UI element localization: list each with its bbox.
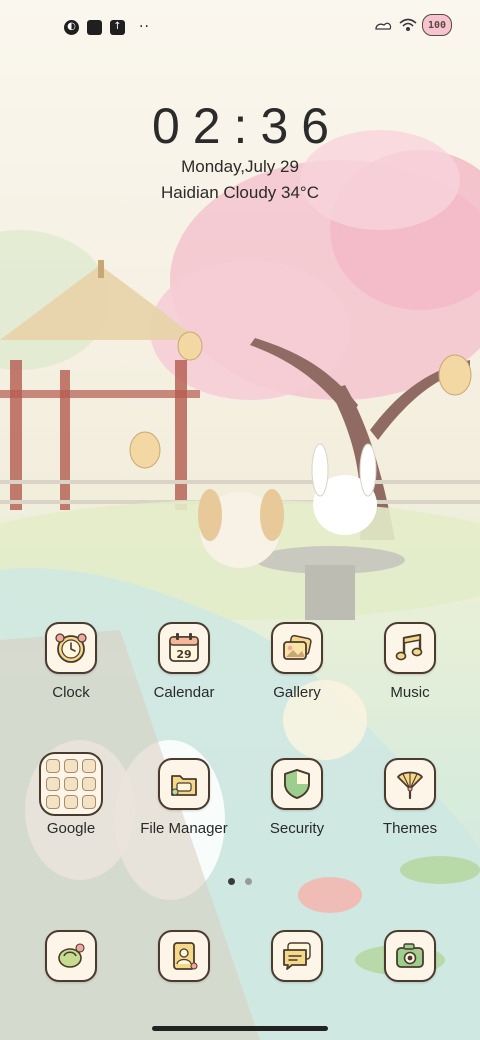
calendar-badge: 29 [176,648,191,661]
widget-weather: Haidian Cloudy 34°C [161,183,319,202]
app-security[interactable]: Security [237,758,357,837]
page-dot-active [228,878,235,885]
signal-icon [375,22,392,30]
fan-icon [384,758,436,810]
folder-app-icon [46,795,60,809]
gallery-icon [271,622,323,674]
folder-app-icon [46,777,60,791]
app-file-manager[interactable]: File Manager [124,758,244,837]
folder-app-icon [82,759,96,773]
clock-widget[interactable]: 02:36 Monday,July 29 Haidian Cloudy 34°C [0,96,480,203]
folder-app-icon [64,777,78,791]
dock-messages[interactable] [237,930,357,982]
app-label: File Manager [140,820,228,837]
status-bar-right: 100 [374,14,452,36]
status-bar: ◐ ↑ ·· 100 [0,0,480,56]
file-folder-icon [158,758,210,810]
square-app-icon [87,19,102,35]
app-themes[interactable]: Themes [350,758,470,837]
music-note-icon [384,622,436,674]
app-clock[interactable]: Clock [11,622,131,701]
battery-icon: 100 [422,14,452,36]
status-bar-left: ◐ ↑ ·· [64,19,150,35]
app-label: Calendar [153,684,215,701]
folder-app-icon [82,777,96,791]
widget-date: Monday,July 29 [181,157,299,176]
page-indicator[interactable] [228,878,252,885]
app-label: Security [269,820,325,837]
app-music[interactable]: Music [350,622,470,701]
camera-icon [384,930,436,982]
folder-app-icon [46,759,60,773]
shield-icon [271,758,323,810]
battery-level: 100 [427,19,447,31]
folder-app-icon [82,795,96,809]
dock-contacts[interactable] [124,930,244,982]
widget-time: 02:36 [151,98,343,154]
app-label: Clock [52,684,90,701]
folder-app-icon [64,795,78,809]
app-gallery[interactable]: Gallery [237,622,357,701]
app-folder-google[interactable]: Google [11,752,131,837]
app-calendar[interactable]: 29 Calendar [124,622,244,701]
alarm-clock-icon [45,622,97,674]
phone-icon [45,930,97,982]
wifi-icon [399,18,417,31]
page-dot [245,878,252,885]
gesture-nav-handle[interactable] [152,1026,328,1031]
folder-icon [39,752,103,816]
messages-icon [271,930,323,982]
more-notifications-indicator: ·· [139,19,150,35]
app-label: Themes [382,820,438,837]
folder-app-icon [64,759,78,773]
app-label: Gallery [273,684,321,701]
upload-icon: ↑ [110,19,125,35]
dock-camera[interactable] [350,930,470,982]
app-label: Music [390,684,430,701]
notification-app-icon: ◐ [64,19,79,35]
contacts-icon [158,930,210,982]
app-label: Google [46,820,96,837]
dock-phone[interactable] [11,930,131,982]
calendar-icon: 29 [158,622,210,674]
